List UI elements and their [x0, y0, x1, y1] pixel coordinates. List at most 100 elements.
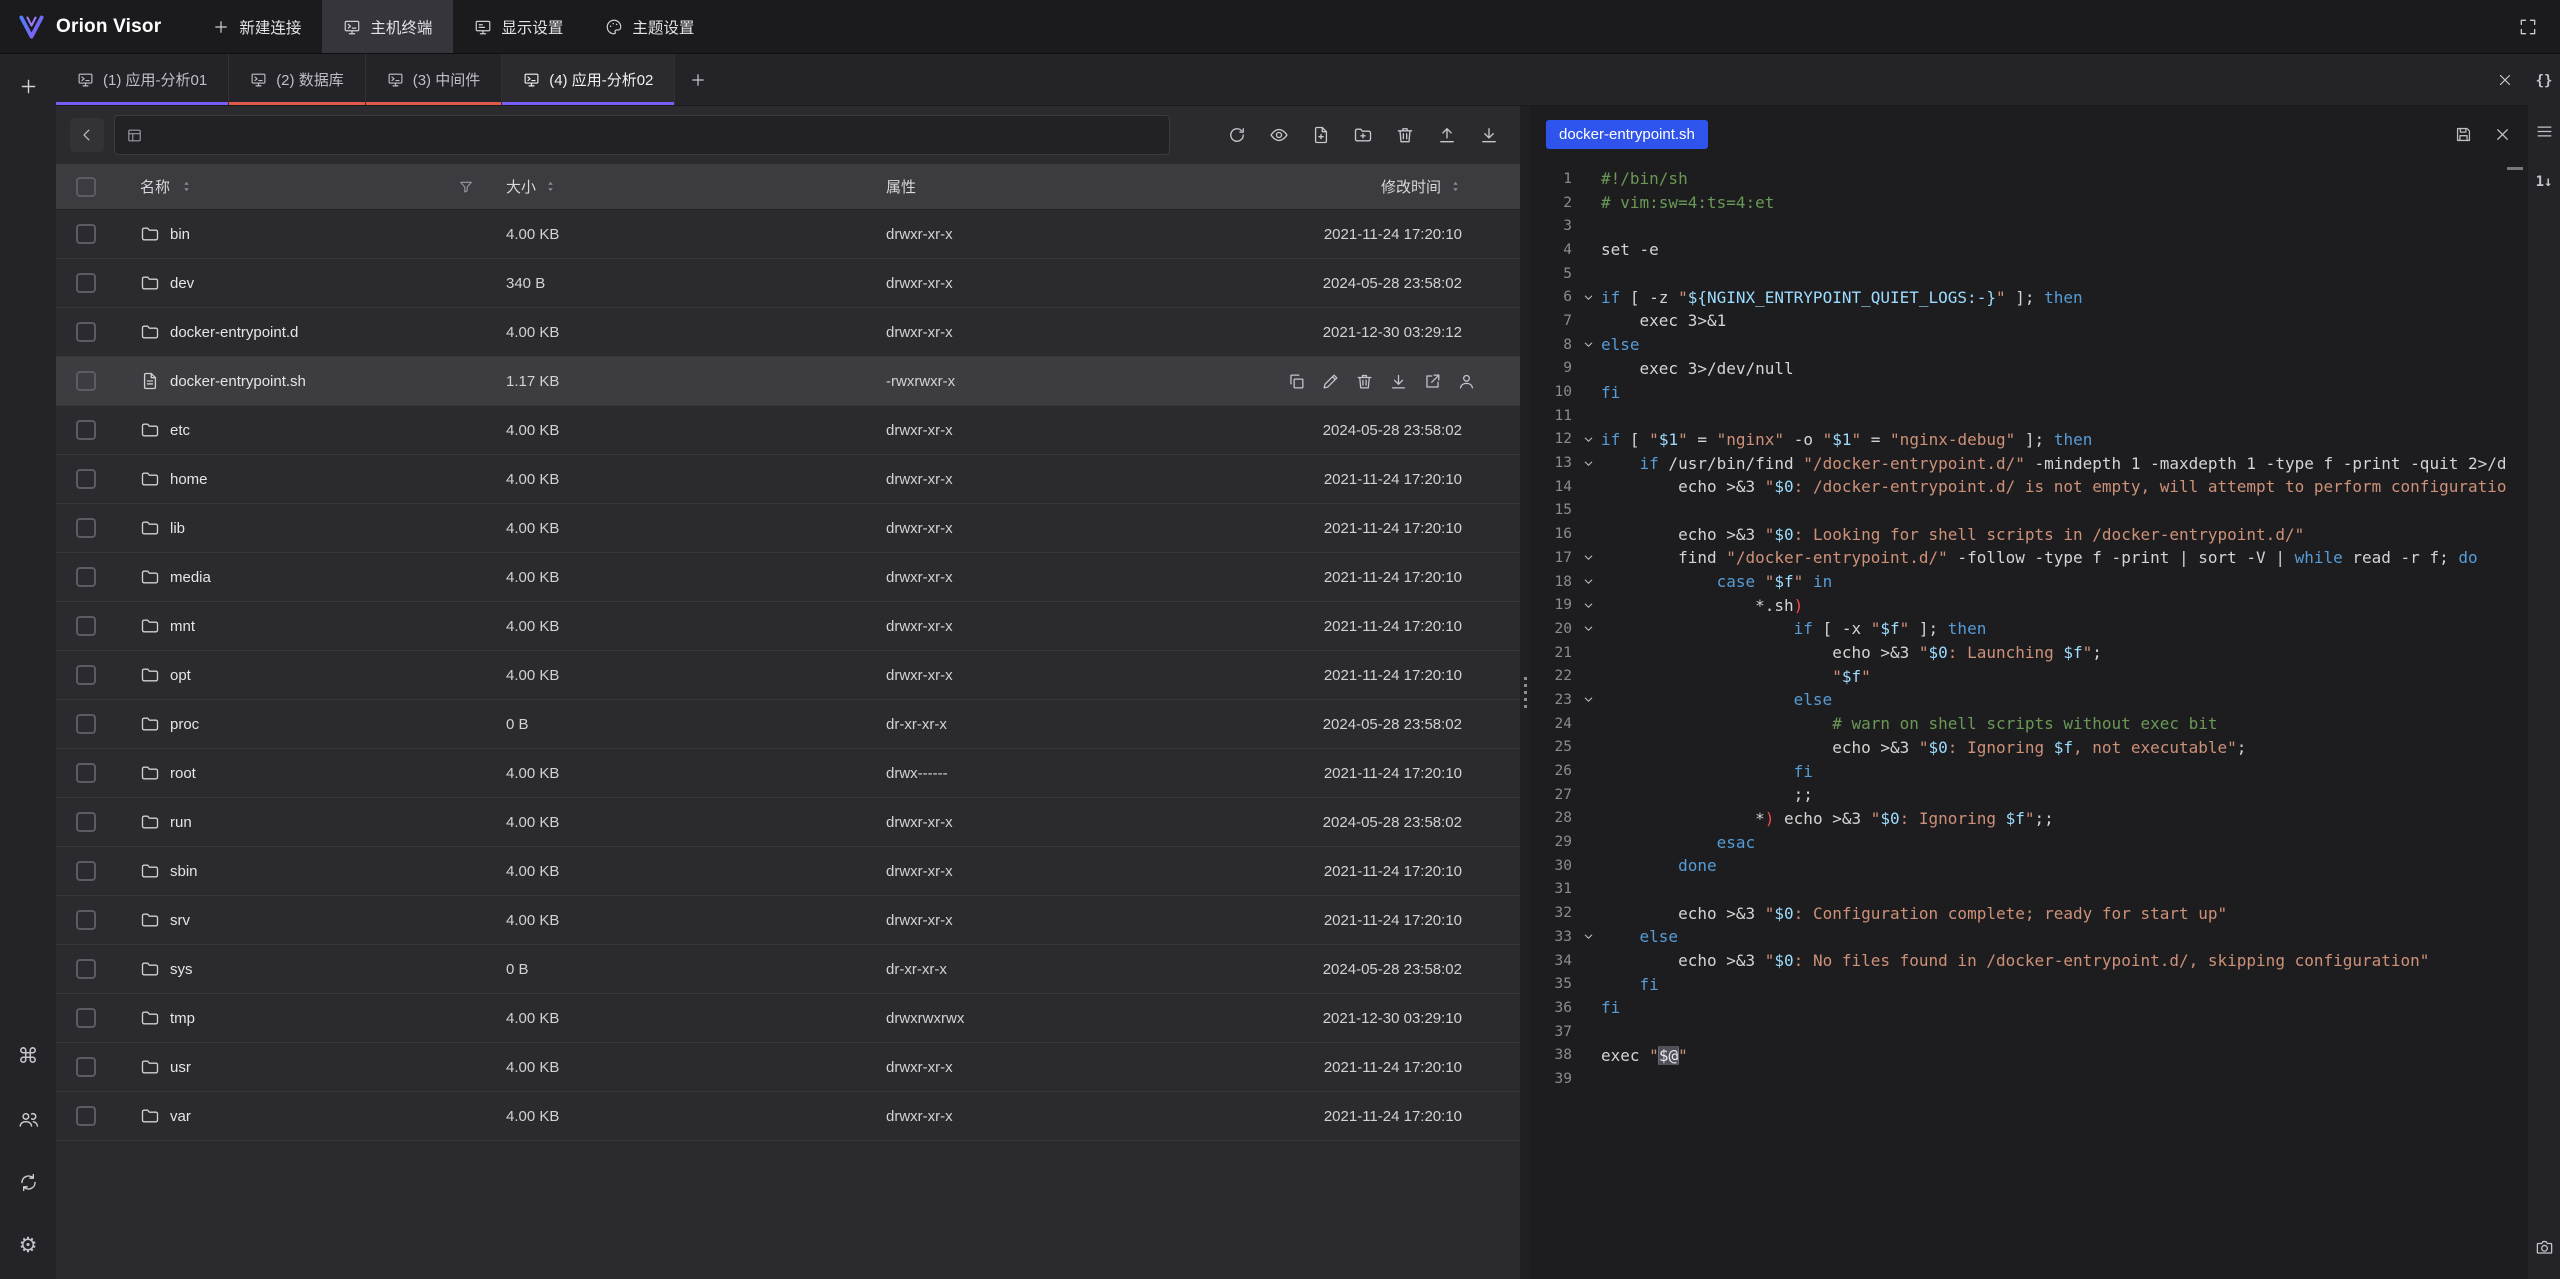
code-editor[interactable]: 1#!/bin/sh2# vim:sw=4:ts=4:et34set -e56i… — [1530, 162, 2528, 1279]
close-editor-icon[interactable] — [2493, 125, 2512, 144]
row-action-copy[interactable] — [1287, 372, 1306, 391]
row-checkbox[interactable] — [76, 910, 96, 930]
file-row-media[interactable]: media4.00 KBdrwxr-xr-x2021-11-24 17:20:1… — [56, 553, 1520, 602]
delete-button[interactable] — [1387, 118, 1422, 153]
row-checkbox[interactable] — [76, 224, 96, 244]
file-row-usr[interactable]: usr4.00 KBdrwxr-xr-x2021-11-24 17:20:10 — [56, 1043, 1520, 1092]
users-button[interactable] — [10, 1101, 46, 1137]
file-row-var[interactable]: var4.00 KBdrwxr-xr-x2021-11-24 17:20:10 — [56, 1092, 1520, 1141]
file-row-sbin[interactable]: sbin4.00 KBdrwxr-xr-x2021-11-24 17:20:10 — [56, 847, 1520, 896]
fold-toggle[interactable] — [1576, 433, 1601, 446]
back-button[interactable] — [70, 118, 104, 152]
row-checkbox[interactable] — [76, 273, 96, 293]
panel-splitter[interactable] — [1520, 106, 1530, 1279]
row-checkbox[interactable] — [76, 1057, 96, 1077]
new-tab-button[interactable] — [675, 54, 721, 105]
sort-lines-button[interactable]: 1↓ — [2536, 175, 2553, 189]
fold-toggle[interactable] — [1576, 622, 1601, 635]
path-tree-icon[interactable] — [126, 127, 143, 144]
command-button[interactable]: ⌘ — [10, 1038, 46, 1074]
row-checkbox[interactable] — [76, 322, 96, 342]
column-name[interactable]: 名称 — [116, 164, 490, 209]
filter-icon[interactable] — [458, 179, 474, 195]
settings-button[interactable]: ⚙ — [10, 1227, 46, 1263]
file-row-dev[interactable]: dev340 Bdrwxr-xr-x2024-05-28 23:58:02 — [56, 259, 1520, 308]
left-rail: ⌘⚙ — [0, 54, 56, 1279]
file-row-docker-entrypoint.sh[interactable]: docker-entrypoint.sh1.17 KB-rwxrwxr-x — [56, 357, 1520, 406]
row-action-download[interactable] — [1389, 372, 1408, 391]
scrollbar-thumb[interactable] — [2507, 167, 2523, 170]
menu-item-theme-settings[interactable]: 主题设置 — [584, 0, 715, 53]
row-action-move[interactable] — [1423, 372, 1442, 391]
close-all-button[interactable] — [2482, 54, 2528, 105]
select-all-checkbox[interactable] — [76, 177, 96, 197]
path-input[interactable] — [152, 127, 1158, 144]
row-checkbox[interactable] — [76, 665, 96, 685]
fold-toggle[interactable] — [1576, 457, 1601, 470]
file-row-opt[interactable]: opt4.00 KBdrwxr-xr-x2021-11-24 17:20:10 — [56, 651, 1520, 700]
new-file-button[interactable] — [1303, 118, 1338, 153]
row-checkbox[interactable] — [76, 1008, 96, 1028]
row-action-edit[interactable] — [1321, 372, 1340, 391]
fold-toggle[interactable] — [1576, 930, 1601, 943]
terminal-tab-2[interactable]: (2) 数据库 — [229, 54, 366, 105]
list-button[interactable] — [2535, 122, 2554, 141]
row-checkbox[interactable] — [76, 1106, 96, 1126]
sync-button[interactable] — [10, 1164, 46, 1200]
fold-toggle[interactable] — [1576, 338, 1601, 351]
row-checkbox[interactable] — [76, 861, 96, 881]
fold-toggle[interactable] — [1576, 291, 1601, 304]
file-row-mnt[interactable]: mnt4.00 KBdrwxr-xr-x2021-11-24 17:20:10 — [56, 602, 1520, 651]
file-row-proc[interactable]: proc0 Bdr-xr-xr-x2024-05-28 23:58:02 — [56, 700, 1520, 749]
refresh-button[interactable] — [1219, 118, 1254, 153]
menu-item-display-settings[interactable]: 显示设置 — [453, 0, 584, 53]
menu-item-host-terminal[interactable]: 主机终端 — [322, 0, 453, 53]
file-row-run[interactable]: run4.00 KBdrwxr-xr-x2024-05-28 23:58:02 — [56, 798, 1520, 847]
sort-icon[interactable] — [544, 180, 557, 193]
row-checkbox[interactable] — [76, 959, 96, 979]
terminal-tab-1[interactable]: (1) 应用-分析01 — [56, 54, 229, 105]
column-size[interactable]: 大小 — [490, 164, 870, 209]
download-button[interactable] — [1471, 118, 1506, 153]
fold-toggle[interactable] — [1576, 551, 1601, 564]
fold-toggle[interactable] — [1576, 599, 1601, 612]
file-row-docker-entrypoint.d[interactable]: docker-entrypoint.d4.00 KBdrwxr-xr-x2021… — [56, 308, 1520, 357]
code-line: 1#!/bin/sh — [1536, 167, 2528, 191]
file-row-lib[interactable]: lib4.00 KBdrwxr-xr-x2021-11-24 17:20:10 — [56, 504, 1520, 553]
terminal-tab-4[interactable]: (4) 应用-分析02 — [502, 54, 675, 105]
row-checkbox[interactable] — [76, 763, 96, 783]
new-folder-button[interactable] — [1345, 118, 1380, 153]
menu-item-new-connection[interactable]: 新建连接 — [191, 0, 322, 53]
file-row-sys[interactable]: sys0 Bdr-xr-xr-x2024-05-28 23:58:02 — [56, 945, 1520, 994]
terminal-tab-3[interactable]: (3) 中间件 — [366, 54, 503, 105]
screenshot-button[interactable] — [2535, 1238, 2554, 1257]
file-row-etc[interactable]: etc4.00 KBdrwxr-xr-x2024-05-28 23:58:02 — [56, 406, 1520, 455]
row-action-delete[interactable] — [1355, 372, 1374, 391]
file-row-root[interactable]: root4.00 KBdrwx------2021-11-24 17:20:10 — [56, 749, 1520, 798]
row-checkbox[interactable] — [76, 567, 96, 587]
preview-button[interactable] — [1261, 118, 1296, 153]
row-checkbox[interactable] — [76, 469, 96, 489]
row-checkbox[interactable] — [76, 371, 96, 391]
file-row-tmp[interactable]: tmp4.00 KBdrwxrwxrwx2021-12-30 03:29:10 — [56, 994, 1520, 1043]
save-icon[interactable] — [2454, 125, 2473, 144]
file-row-home[interactable]: home4.00 KBdrwxr-xr-x2021-11-24 17:20:10 — [56, 455, 1520, 504]
row-checkbox[interactable] — [76, 518, 96, 538]
fold-toggle[interactable] — [1576, 575, 1601, 588]
braces-button[interactable]: {} — [2536, 74, 2553, 88]
row-checkbox[interactable] — [76, 616, 96, 636]
sort-icon[interactable] — [180, 180, 193, 193]
sort-icon[interactable] — [1449, 180, 1462, 193]
row-checkbox[interactable] — [76, 714, 96, 734]
editor-file-tag[interactable]: docker-entrypoint.sh — [1546, 120, 1708, 149]
fold-toggle[interactable] — [1576, 693, 1601, 706]
file-row-bin[interactable]: bin4.00 KBdrwxr-xr-x2021-11-24 17:20:10 — [56, 210, 1520, 259]
upload-button[interactable] — [1429, 118, 1464, 153]
column-mtime[interactable]: 修改时间 — [1245, 164, 1520, 209]
row-action-permission[interactable] — [1457, 372, 1476, 391]
new-tab-button[interactable] — [10, 68, 46, 104]
file-row-srv[interactable]: srv4.00 KBdrwxr-xr-x2021-11-24 17:20:10 — [56, 896, 1520, 945]
row-checkbox[interactable] — [76, 812, 96, 832]
row-checkbox[interactable] — [76, 420, 96, 440]
fullscreen-button[interactable] — [2510, 9, 2546, 45]
